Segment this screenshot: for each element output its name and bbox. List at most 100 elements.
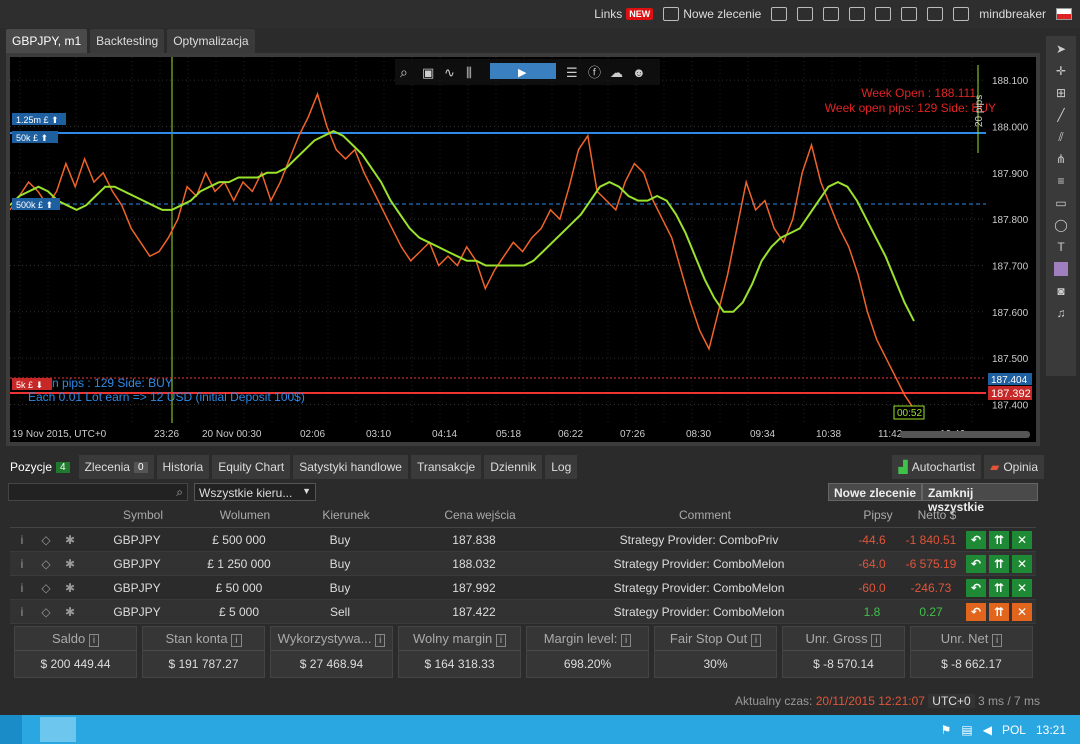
search-input[interactable]: ⌕ <box>8 483 188 501</box>
reverse-position-icon[interactable]: ↶ <box>966 578 986 597</box>
links-label: Links <box>594 7 623 21</box>
video-icon[interactable] <box>771 7 788 21</box>
channel-icon[interactable]: ⫽ <box>1054 130 1068 144</box>
taskbar-app[interactable] <box>40 717 76 742</box>
direction-select[interactable]: Wszystkie kieru... ▼ <box>194 483 316 501</box>
calculator-icon[interactable] <box>849 7 866 21</box>
text-icon[interactable]: T <box>1054 240 1068 254</box>
username[interactable]: mindbreaker <box>979 7 1046 21</box>
info-icon[interactable]: i <box>871 634 882 647</box>
positions-tabs: Pozycje 4 Zlecenia 0 Historia Equity Chart… <box>4 455 1044 479</box>
user-icon: ☻ <box>632 65 646 80</box>
tab-gbpjpy-chart[interactable]: GBPJPY, m1 <box>6 29 88 53</box>
add-position-icon[interactable]: ⇈ <box>989 578 1009 597</box>
table-row: i ◇ ✱ GBPJPY £ 500 000 Buy 187.838 Strateg… <box>10 528 1036 552</box>
x-tick-label: 04:14 <box>432 429 457 440</box>
tab-transactions[interactable]: Transakcje <box>410 455 482 479</box>
x-tick-label: 08:30 <box>686 429 711 440</box>
cursor-icon[interactable]: ➤ <box>1054 42 1068 56</box>
close-position-icon[interactable]: ✕ <box>1012 554 1032 573</box>
fibonacci-icon[interactable]: ≡ <box>1054 174 1068 188</box>
svg-text:187.404: 187.404 <box>991 375 1028 386</box>
close-position-icon[interactable]: ✕ <box>1012 602 1032 621</box>
new-order-button[interactable]: Nowe zlecenie <box>663 7 761 21</box>
info-icon[interactable]: i <box>10 533 34 547</box>
reverse-position-icon[interactable]: ↶ <box>966 554 986 573</box>
info-icon[interactable]: i <box>992 634 1003 647</box>
flag-icon[interactable]: ⚑ <box>941 723 952 737</box>
crosshair-icon[interactable]: ✛ <box>1054 64 1068 78</box>
level-tag[interactable]: 1.25m £ ⬆ <box>12 113 66 125</box>
zoom-icon: ⌕ <box>400 64 408 80</box>
close-position-icon[interactable]: ✕ <box>1012 578 1032 597</box>
start-button[interactable] <box>0 715 22 744</box>
tab-positions[interactable]: Pozycje 4 <box>4 455 76 479</box>
x-tick-label: 10:38 <box>816 429 841 440</box>
rectangle-icon[interactable]: ▭ <box>1054 196 1068 210</box>
tab-orders[interactable]: Zlecenia 0 <box>78 455 154 479</box>
tab-autochartist[interactable]: ▟ Autochartist <box>892 455 982 479</box>
gear-icon[interactable]: ✱ <box>58 605 82 619</box>
tab-history[interactable]: Historia <box>156 455 210 479</box>
pointer-icon[interactable] <box>823 7 840 21</box>
tab-equity-chart[interactable]: Equity Chart <box>212 455 291 479</box>
chart-scrollbar[interactable] <box>900 431 1030 438</box>
pitchfork-icon[interactable]: ⋔ <box>1054 152 1068 166</box>
new-order-action-button[interactable]: Nowe zlecenie <box>828 483 923 501</box>
network-icon[interactable]: ▤ <box>961 723 972 737</box>
volume-icon[interactable]: ◀ <box>983 723 992 737</box>
info-icon[interactable]: i <box>10 581 34 595</box>
reverse-position-icon[interactable]: ↶ <box>966 602 986 621</box>
tab-feedback[interactable]: ▰ Opinia <box>984 455 1044 479</box>
info-icon[interactable]: i <box>750 634 762 647</box>
svg-text:187.392: 187.392 <box>991 388 1031 400</box>
layout-icon[interactable] <box>927 7 944 21</box>
links-button[interactable]: Links NEW <box>594 7 654 21</box>
info-icon[interactable]: i <box>231 634 242 647</box>
trendline-icon[interactable]: ╱ <box>1054 108 1068 122</box>
language[interactable]: POL <box>1002 723 1026 737</box>
info-icon[interactable]: i <box>88 634 100 647</box>
gear-icon[interactable] <box>797 7 814 21</box>
add-position-icon[interactable]: ⇈ <box>989 530 1009 549</box>
tab-journal[interactable]: Dziennik <box>484 455 543 479</box>
shield-icon[interactable]: ◇ <box>34 581 58 595</box>
mail-icon[interactable] <box>875 7 892 21</box>
add-position-icon[interactable]: ⇈ <box>989 554 1009 573</box>
y-tick-label: 187.800 <box>992 215 1029 226</box>
color-icon[interactable] <box>1054 262 1068 276</box>
close-position-icon[interactable]: ✕ <box>1012 530 1032 549</box>
tab-log[interactable]: Log <box>545 455 578 479</box>
price-chart[interactable]: Week Open : 188.111 Week open pips: 129 … <box>10 57 1036 442</box>
tab-statistics[interactable]: Satystyki handlowe <box>293 455 408 479</box>
tab-optimization[interactable]: Optymalizacja <box>167 29 255 53</box>
close-all-button[interactable]: Zamknij wszystkie <box>922 483 1038 514</box>
add-position-icon[interactable]: ⇈ <box>989 602 1009 621</box>
info-icon[interactable]: i <box>621 634 632 647</box>
info-icon[interactable]: i <box>10 557 34 571</box>
alert-bell-icon[interactable]: ♫ <box>1054 306 1068 320</box>
level-tag[interactable]: 50k £ ⬆ <box>12 131 58 143</box>
shield-icon[interactable]: ◇ <box>34 605 58 619</box>
camera-icon[interactable]: ◙ <box>1054 284 1068 298</box>
level-tag[interactable]: 500k £ ⬆ <box>12 198 60 210</box>
sound-icon[interactable] <box>901 7 918 21</box>
info-icon[interactable]: i <box>375 634 386 647</box>
ellipse-icon[interactable]: ◯ <box>1054 218 1068 232</box>
window-icon[interactable] <box>953 7 970 21</box>
info-icon[interactable]: i <box>495 634 507 647</box>
info-icon[interactable]: i <box>10 605 34 619</box>
gear-icon[interactable]: ✱ <box>58 581 82 595</box>
tab-backtesting[interactable]: Backtesting <box>90 29 165 53</box>
level-tag[interactable]: 5k £ ⬇ <box>12 378 52 390</box>
chart-toolbar[interactable]: ⌕ ▣ ∿ ⫼ ▶ ☰ ⓕ ☁ ☻ <box>395 59 660 85</box>
zoom-box-icon[interactable]: ⊞ <box>1054 86 1068 100</box>
reverse-position-icon[interactable]: ↶ <box>966 530 986 549</box>
language-flag-icon[interactable] <box>1056 8 1072 20</box>
gear-icon[interactable]: ✱ <box>58 533 82 547</box>
shield-icon[interactable]: ◇ <box>34 533 58 547</box>
timezone-select[interactable]: UTC+0 <box>928 694 975 708</box>
gear-icon[interactable]: ✱ <box>58 557 82 571</box>
shield-icon[interactable]: ◇ <box>34 557 58 571</box>
y-tick-label: 188.000 <box>992 122 1029 133</box>
